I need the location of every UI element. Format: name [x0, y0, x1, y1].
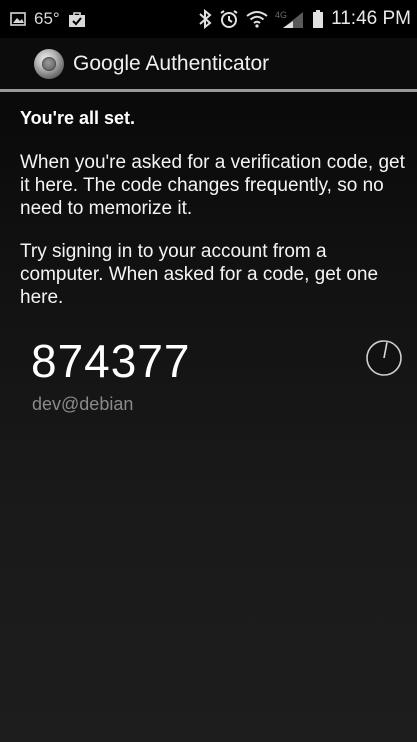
account-list-item[interactable]: 874377 dev@debian	[0, 334, 417, 424]
verification-code: 874377	[31, 335, 191, 387]
signal-icon: 4G	[275, 9, 305, 29]
shopping-bag-icon	[68, 10, 86, 28]
status-bar-right: 4G 11:46 PM	[198, 8, 411, 30]
wifi-icon	[246, 10, 268, 28]
authenticator-logo-icon[interactable]	[34, 48, 64, 79]
network-type-label: 4G	[275, 10, 287, 20]
picture-icon	[10, 11, 26, 27]
alarm-icon	[219, 9, 239, 29]
main-content: You're all set. When you're asked for a …	[20, 92, 412, 309]
try-signing-in-paragraph: Try signing in to your account from a co…	[20, 241, 379, 308]
battery-icon	[312, 9, 324, 29]
setup-heading: You're all set.	[20, 108, 135, 128]
status-bar: 65° 4G 11:46 PM	[0, 0, 417, 38]
status-bar-left: 65°	[10, 9, 86, 29]
instructions-paragraph: When you're asked for a verification cod…	[20, 152, 405, 219]
bluetooth-icon	[198, 9, 212, 29]
account-name: dev@debian	[32, 394, 134, 414]
phone-screen: 65° 4G 11:46 PM Google Authenticator You…	[0, 0, 417, 742]
action-bar: Google Authenticator	[0, 38, 417, 92]
clock-text: 11:46 PM	[331, 8, 411, 29]
temperature-text: 65°	[34, 9, 60, 28]
app-title: Google Authenticator	[73, 51, 270, 75]
countdown-timer-icon	[366, 340, 402, 376]
